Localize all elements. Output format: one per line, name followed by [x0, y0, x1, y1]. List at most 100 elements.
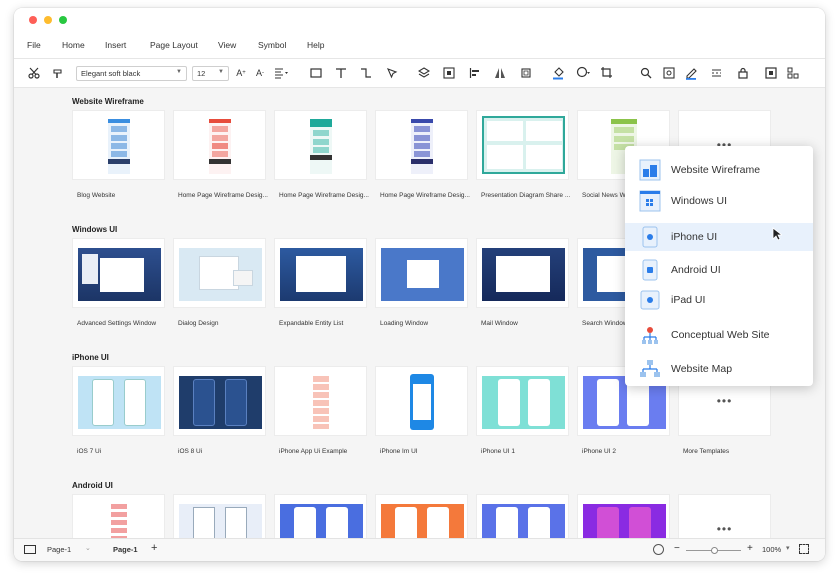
dropdown-item-website-map[interactable]: Website Map [625, 355, 813, 383]
mouse-cursor-icon [772, 227, 782, 241]
template-card-iphone-im-ui[interactable] [375, 366, 468, 436]
dropdown-item-website-wireframe[interactable]: Website Wireframe [625, 156, 813, 184]
decrease-font-icon[interactable]: A- [253, 66, 267, 80]
pointer-icon[interactable] [385, 66, 399, 80]
align-icon[interactable] [274, 66, 288, 80]
chevron-down-icon[interactable]: ⌄ [85, 544, 91, 552]
more-tools-icon[interactable] [787, 66, 801, 80]
template-card-mail-window[interactable] [476, 238, 569, 308]
template-card-presentation-diagram[interactable] [476, 110, 569, 180]
template-card-android-2[interactable] [173, 494, 266, 538]
increase-font-icon[interactable]: A + [234, 66, 248, 80]
template-card-android-1[interactable] [72, 494, 165, 538]
template-card-android-4[interactable] [375, 494, 468, 538]
dropdown-item-android-ui[interactable]: Android UI [625, 256, 813, 284]
add-page-button[interactable]: + [151, 542, 157, 554]
template-card-blog-website[interactable] [72, 110, 165, 180]
dropdown-item-label: Android UI [671, 264, 721, 276]
line-color-icon[interactable] [576, 66, 590, 80]
page-panel-icon[interactable] [24, 545, 36, 554]
page-tab[interactable]: Page-1 [113, 545, 138, 554]
template-card-home-page-wireframe-3[interactable] [375, 110, 468, 180]
font-family-select[interactable]: Elegant soft black ▼ [76, 66, 187, 81]
connector-icon[interactable] [359, 66, 373, 80]
conceptual-site-icon [639, 324, 661, 346]
zoom-slider-thumb[interactable] [710, 547, 718, 554]
template-card-iphone-ui-1[interactable] [476, 366, 569, 436]
windows-icon [639, 190, 661, 212]
template-thumbnail [482, 376, 565, 429]
page-selector[interactable]: Page-1 [47, 545, 71, 554]
ipad-icon [639, 289, 661, 311]
maximize-window-button[interactable] [59, 16, 67, 24]
template-thumbnail [179, 376, 262, 429]
template-thumbnail [583, 504, 666, 538]
template-card-android-5[interactable] [476, 494, 569, 538]
layers-icon[interactable] [417, 66, 431, 80]
menu-bar: File Home Insert Page Layout View Symbol… [14, 32, 825, 58]
template-label: iOS 7 Ui [77, 448, 102, 455]
section-title-website-wireframe: Website Wireframe [72, 97, 144, 106]
template-card-advanced-settings[interactable] [72, 238, 165, 308]
zoom-in-button[interactable]: + [747, 543, 753, 554]
zoom-level[interactable]: 100% [762, 545, 781, 554]
dropdown-item-iphone-ui[interactable]: iPhone UI [625, 223, 813, 251]
template-card-expandable-entity-list[interactable] [274, 238, 367, 308]
menu-insert[interactable]: Insert [105, 40, 126, 50]
zoom-out-button[interactable]: − [674, 543, 680, 554]
image-icon[interactable] [662, 66, 676, 80]
pen-icon[interactable] [685, 66, 699, 80]
zoom-slider[interactable] [686, 547, 741, 554]
play-icon[interactable] [653, 544, 664, 555]
template-card-ios7-ui[interactable] [72, 366, 165, 436]
rectangle-icon[interactable] [309, 66, 323, 80]
sitemap-icon [639, 358, 661, 380]
search-icon[interactable] [639, 66, 653, 80]
more-templates-button[interactable]: ••• [678, 494, 771, 538]
dropdown-item-conceptual-web-site[interactable]: Conceptual Web Site [625, 321, 813, 349]
size-icon[interactable] [519, 66, 533, 80]
template-card-home-page-wireframe-2[interactable] [274, 110, 367, 180]
fill-color-icon[interactable] [552, 66, 566, 80]
align-left-icon[interactable] [468, 66, 482, 80]
template-label: Dialog Design [178, 320, 219, 327]
menu-file[interactable]: File [27, 40, 41, 50]
template-thumbnail [209, 119, 231, 174]
menu-page-layout[interactable]: Page Layout [150, 40, 198, 50]
dropdown-item-ipad-ui[interactable]: iPad UI [625, 286, 813, 314]
fullscreen-icon[interactable] [799, 544, 809, 554]
menu-help[interactable]: Help [307, 40, 324, 50]
template-card-android-6[interactable] [577, 494, 670, 538]
template-label: Advanced Settings Window [77, 320, 157, 327]
section-title-windows-ui: Windows UI [72, 225, 118, 234]
group-icon[interactable] [442, 66, 456, 80]
template-card-iphone-app-ui[interactable] [274, 366, 367, 436]
line-style-icon[interactable] [711, 66, 725, 80]
flip-icon[interactable] [493, 66, 507, 80]
chevron-down-icon[interactable]: ▾ [786, 544, 790, 552]
close-window-button[interactable] [29, 16, 37, 24]
font-family-value: Elegant soft black [81, 69, 141, 78]
template-card-ios8-ui[interactable] [173, 366, 266, 436]
menu-symbol[interactable]: Symbol [258, 40, 286, 50]
title-bar [14, 8, 825, 32]
chevron-down-icon: ▼ [176, 69, 182, 75]
template-card-dialog-design[interactable] [173, 238, 266, 308]
minimize-window-button[interactable] [44, 16, 52, 24]
frame-icon[interactable] [764, 66, 778, 80]
template-thumbnail [313, 376, 329, 429]
lock-icon[interactable] [736, 66, 750, 80]
text-icon[interactable] [334, 66, 348, 80]
template-label: Home Page Wireframe Desig... [380, 192, 470, 199]
font-size-select[interactable]: 12 ▼ [192, 66, 229, 81]
crop-icon[interactable] [600, 66, 614, 80]
template-card-loading-window[interactable] [375, 238, 468, 308]
template-card-home-page-wireframe-1[interactable] [173, 110, 266, 180]
menu-home[interactable]: Home [62, 40, 85, 50]
format-painter-icon[interactable] [51, 66, 65, 80]
template-thumbnail [78, 376, 161, 429]
cut-icon[interactable] [27, 66, 41, 80]
dropdown-item-windows-ui[interactable]: Windows UI [625, 187, 813, 215]
template-card-android-3[interactable] [274, 494, 367, 538]
menu-view[interactable]: View [218, 40, 236, 50]
